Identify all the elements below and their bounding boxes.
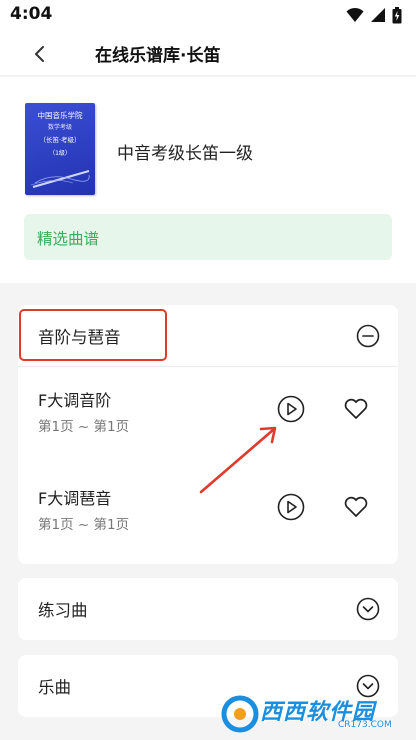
item-title: F大调音阶 [38, 391, 112, 410]
book-header: 中国音乐学院 数学考级 （长笛·考级） （1级） 中音考级长笛一级 精选曲谱 [0, 77, 416, 283]
annotation-arrow [199, 426, 277, 494]
annotation-highlight-box [19, 309, 167, 361]
app-bar: 在线乐谱库·长笛 [0, 30, 416, 76]
cover-line-3: （长笛·考级） [39, 136, 81, 144]
cover-line-2: 数学考级 [47, 124, 72, 131]
item-pages: 第1页 ~ 第1页 [38, 419, 130, 435]
selected-scores-tag[interactable]: 精选曲谱 [24, 214, 392, 260]
divider [18, 366, 398, 367]
watermark-logo: 西西软件园 CR173.COM [220, 692, 410, 736]
watermark-url: CR173.COM [338, 720, 392, 730]
battery-icon [392, 6, 402, 23]
cover-line-1: 中国音乐学院 [37, 111, 83, 120]
section-title: 乐曲 [38, 678, 71, 697]
status-icons [346, 6, 402, 24]
heart-icon[interactable] [342, 395, 370, 423]
collapse-minus-icon[interactable] [356, 324, 380, 348]
play-icon[interactable] [277, 395, 305, 423]
wifi-icon [346, 7, 364, 22]
section-header[interactable]: 音阶与琶音 [18, 305, 398, 366]
flute-illustration [31, 170, 90, 188]
back-button[interactable] [26, 40, 54, 68]
page-title: 在线乐谱库·长笛 [95, 46, 221, 66]
book-title: 中音考级长笛一级 [117, 144, 253, 164]
heart-icon[interactable] [342, 493, 370, 521]
item-title: F大调琶音 [38, 489, 112, 508]
book-cover-image[interactable]: 中国音乐学院 数学考级 （长笛·考级） （1级） [25, 103, 95, 195]
status-bar: 4:04 [0, 0, 416, 30]
chevron-left-icon [35, 46, 44, 62]
item-pages: 第1页 ~ 第1页 [38, 517, 130, 533]
section-etudes[interactable]: 练习曲 [18, 578, 398, 640]
cover-line-4: （1级） [49, 150, 71, 157]
status-time: 4:04 [10, 4, 53, 24]
expand-chevron-down-icon[interactable] [356, 597, 380, 621]
selected-scores-label: 精选曲谱 [37, 230, 100, 248]
watermark-emblem-icon [221, 695, 259, 733]
signal-icon [371, 8, 385, 22]
section-title: 练习曲 [38, 601, 88, 620]
